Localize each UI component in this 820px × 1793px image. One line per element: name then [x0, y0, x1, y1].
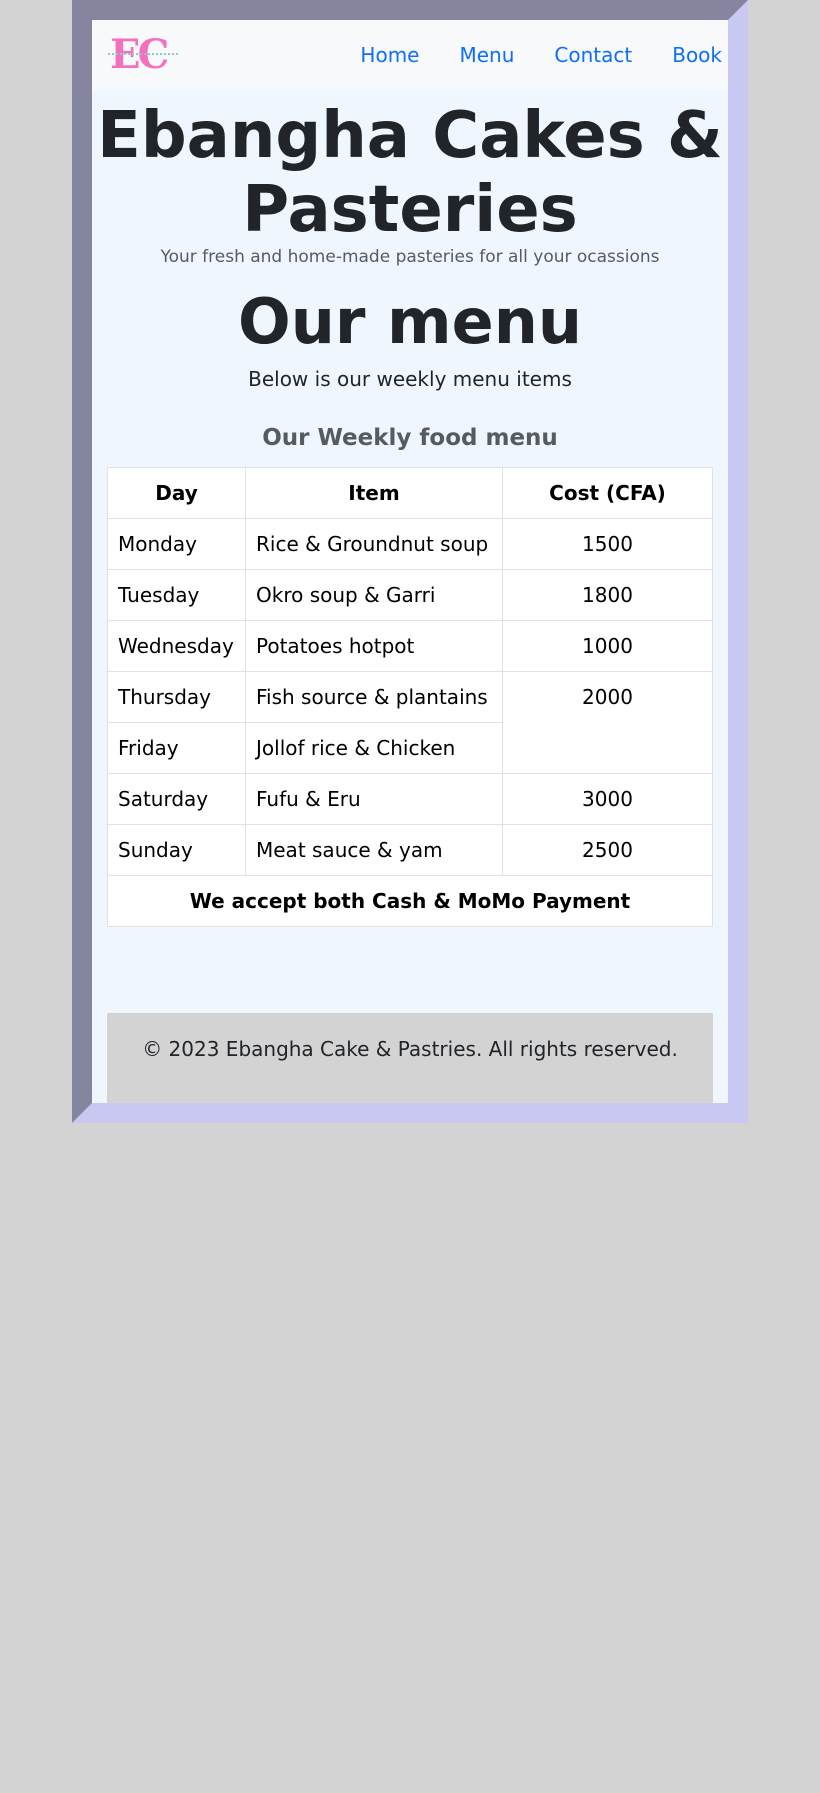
- site-footer: © 2023 Ebangha Cake & Pastries. All righ…: [107, 1013, 713, 1103]
- cell-cost: 2500: [502, 824, 713, 876]
- navbar: EC Home Menu Contact Book: [92, 20, 728, 90]
- cell-day: Sunday: [107, 824, 246, 876]
- logo-decoration: [108, 53, 178, 56]
- copyright-text: © 2023 Ebangha Cake & Pastries. All righ…: [142, 1037, 678, 1061]
- cell-cost: 1800: [502, 569, 713, 621]
- cell-cost: 1000: [502, 620, 713, 672]
- site-title: Ebangha Cakes & Pasteries: [97, 99, 723, 247]
- cell-cost: 2000: [502, 671, 713, 774]
- cell-day: Monday: [107, 518, 246, 570]
- page-frame: EC Home Menu Contact Book Ebangha Cakes …: [72, 0, 748, 1123]
- table-row: Saturday Fufu & Eru 3000: [107, 773, 713, 825]
- site-tagline: Your fresh and home-made pasteries for a…: [160, 247, 660, 267]
- nav-link-book[interactable]: Book: [672, 43, 722, 67]
- table-row: Wednesday Potatoes hotpot 1000: [107, 620, 713, 672]
- brand-logo[interactable]: EC: [108, 33, 178, 77]
- page-content: EC Home Menu Contact Book Ebangha Cakes …: [92, 20, 728, 1103]
- table-row: Thursday Fish source & plantains 2000: [107, 671, 713, 774]
- table-row: Monday Rice & Groundnut soup 1500: [107, 518, 713, 570]
- column-header-day: Day: [107, 467, 246, 519]
- table-row: Sunday Meat sauce & yam 2500: [107, 824, 713, 876]
- table-header-row: Day Item Cost (CFA): [107, 467, 713, 519]
- nav-links: Home Menu Contact Book: [360, 43, 722, 67]
- cell-item: Rice & Groundnut soup: [245, 518, 503, 570]
- cell-item: Okro soup & Garri: [245, 569, 503, 621]
- menu-table-title: Our Weekly food menu: [262, 425, 558, 451]
- menu-table-container: Day Item Cost (CFA) Monday Rice & Ground…: [107, 467, 713, 927]
- cell-cost: 3000: [502, 773, 713, 825]
- cell-day: Saturday: [107, 773, 246, 825]
- cell-item: Jollof rice & Chicken: [245, 722, 503, 774]
- cell-day: Thursday: [107, 671, 246, 723]
- payment-note: We accept both Cash & MoMo Payment: [107, 875, 713, 927]
- column-header-item: Item: [245, 467, 503, 519]
- nav-link-home[interactable]: Home: [360, 43, 419, 67]
- nav-link-contact[interactable]: Contact: [554, 43, 632, 67]
- cell-day: Friday: [107, 722, 246, 774]
- menu-table: Day Item Cost (CFA) Monday Rice & Ground…: [107, 467, 713, 927]
- cell-day: Wednesday: [107, 620, 246, 672]
- cell-day: Tuesday: [107, 569, 246, 621]
- cell-item: Fish source & plantains: [245, 671, 503, 723]
- cell-item: Potatoes hotpot: [245, 620, 503, 672]
- menu-heading: Our menu: [238, 285, 582, 358]
- cell-item: Fufu & Eru: [245, 773, 503, 825]
- menu-subtitle: Below is our weekly menu items: [248, 367, 572, 391]
- nav-link-menu[interactable]: Menu: [459, 43, 514, 67]
- cell-item: Meat sauce & yam: [245, 824, 503, 876]
- column-header-cost: Cost (CFA): [502, 467, 713, 519]
- cell-cost: 1500: [502, 518, 713, 570]
- table-footer-row: We accept both Cash & MoMo Payment: [107, 875, 713, 927]
- table-row: Tuesday Okro soup & Garri 1800: [107, 569, 713, 621]
